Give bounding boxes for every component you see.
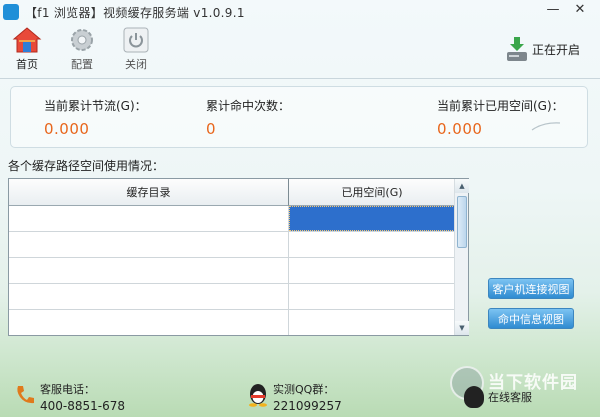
shutdown-button[interactable]: 关闭 [114,26,158,76]
cache-dir-cell[interactable] [9,232,289,257]
table-row[interactable] [9,258,455,284]
server-download-icon [506,37,527,61]
title-bar: 【f1 浏览器】视频缓存服务端 v1.0.9.1 — ✕ [0,0,600,24]
qq-value: 221099257 [273,399,342,413]
close-window-button[interactable]: ✕ [568,0,592,18]
phone-label: 客服电话： [40,383,95,396]
hit-count-value: 0 [206,120,217,138]
app-icon [3,4,19,20]
power-icon [123,27,149,53]
cache-dir-cell[interactable] [9,310,289,335]
used-space-stat: 当前累计已用空间(G)： 0.000 [437,97,564,138]
cache-dir-cell[interactable] [9,284,289,309]
shutdown-label: 关闭 [125,58,147,71]
table-body [9,206,455,335]
window-title: 【f1 浏览器】视频缓存服务端 v1.0.9.1 [25,5,245,20]
status-label: 正在开启 [531,42,580,57]
saved-traffic-label: 当前累计节流(G)： [44,99,147,113]
stats-panel: 当前累计节流(G)： 0.000 累计命中次数： 0 当前累计已用空间(G)： … [10,86,588,148]
used-space-cell[interactable] [289,232,455,257]
used-space-cell[interactable] [289,258,455,283]
column-header-cache-dir[interactable]: 缓存目录 [9,179,289,206]
home-button[interactable]: 首页 [5,26,49,76]
service-status[interactable]: 正在开启 [506,36,580,62]
table-header: 缓存目录 已用空间(G) [9,179,455,206]
hit-info-view-button[interactable]: 命中信息视图 [488,308,574,329]
qq-group: 实测QQ群： 221099257 [247,381,342,413]
online-support-icon [464,386,484,408]
hit-count-label: 累计命中次数： [206,99,291,113]
table-row[interactable] [9,232,455,258]
scroll-down-icon[interactable]: ▼ [455,321,469,335]
cache-section-label: 各个缓存路径空间使用情况： [8,159,165,173]
column-header-used-space[interactable]: 已用空间(G) [289,179,455,206]
scrollbar-thumb[interactable] [457,196,467,248]
used-space-label: 当前累计已用空间(G)： [437,99,564,113]
scroll-up-icon[interactable]: ▲ [455,179,469,193]
home-label: 首页 [16,58,38,71]
home-icon [12,27,42,53]
table-row[interactable] [9,206,455,232]
minimize-button[interactable]: — [541,0,565,18]
support-phone: 客服电话： 400-8851-678 [14,381,125,413]
used-space-cell[interactable] [289,310,455,335]
online-support-label[interactable]: 在线客服 [488,389,532,405]
table-scrollbar[interactable]: ▲ ▼ [454,179,469,335]
cache-dir-cell[interactable] [9,206,289,231]
decorative-swoosh-icon [531,122,561,131]
settings-button[interactable]: 配置 [60,26,104,76]
used-space-cell[interactable] [289,284,455,309]
table-row[interactable] [9,284,455,310]
client-connection-view-button[interactable]: 客户机连接视图 [488,278,574,299]
phone-value: 400-8851-678 [40,399,126,413]
cache-dir-cell[interactable] [9,258,289,283]
gear-icon [71,29,93,51]
site-watermark[interactable]: 当下软件园 在线客服 [450,364,596,414]
toolbar: 首页 配置 关闭 正在开启 [0,24,600,78]
saved-traffic-value: 0.000 [44,120,90,138]
phone-icon [17,386,34,404]
hit-count-stat: 累计命中次数： 0 [206,97,290,138]
cache-table: 缓存目录 已用空间(G) ▲ ▼ [8,178,469,336]
saved-traffic-stat: 当前累计节流(G)： 0.000 [44,97,147,138]
table-row[interactable] [9,310,455,335]
toolbar-divider [0,78,600,79]
qq-label: 实测QQ群： [273,383,335,396]
settings-label: 配置 [71,58,93,71]
used-space-cell[interactable] [289,206,455,231]
qq-penguin-icon [249,384,267,407]
